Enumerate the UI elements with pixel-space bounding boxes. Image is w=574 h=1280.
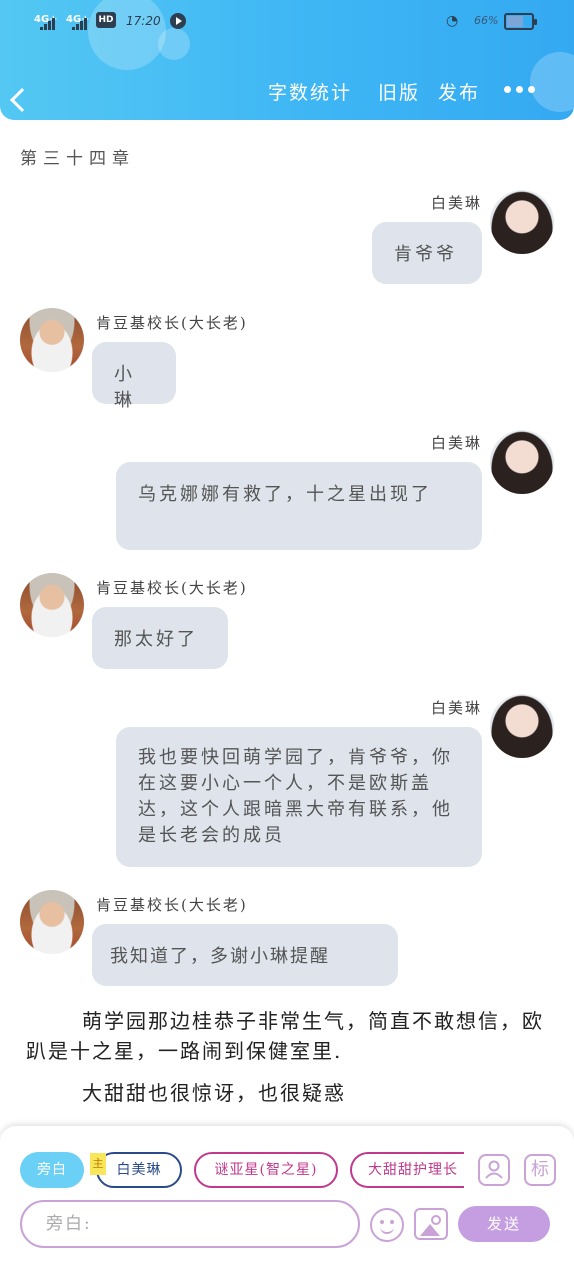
main-character-badge: 主 bbox=[90, 1153, 106, 1175]
message-input[interactable]: 旁白: bbox=[20, 1200, 360, 1248]
message-bubble[interactable]: 肯爷爷 bbox=[372, 222, 482, 284]
chapter-title: 第三十四章 bbox=[20, 149, 135, 169]
battery-fill bbox=[507, 16, 523, 27]
send-button[interactable]: 发送 bbox=[458, 1206, 550, 1242]
message-bubble[interactable]: 乌克娜娜有救了，十之星出现了 bbox=[116, 462, 482, 550]
speaker-name: 肯豆基校长(大长老) bbox=[96, 896, 248, 914]
profile-icon-glyph bbox=[485, 1160, 503, 1179]
old-version-button[interactable]: 旧版 bbox=[378, 78, 420, 105]
role-chip-datiantian[interactable]: 大甜甜护理长 bbox=[350, 1152, 464, 1188]
avatar[interactable] bbox=[20, 573, 84, 637]
hd-icon: HD bbox=[96, 12, 116, 28]
back-button[interactable] bbox=[20, 76, 40, 100]
more-options-icon[interactable] bbox=[504, 86, 536, 94]
message-bubble[interactable]: 小琳 bbox=[92, 342, 176, 411]
role-chip-narrator[interactable]: 旁白 bbox=[20, 1152, 84, 1188]
clock: 17:20 bbox=[126, 14, 161, 28]
speaker-name: 白美琳 bbox=[430, 699, 482, 717]
narration-paragraph[interactable]: 萌学园那边桂恭子非常生气，简直不敢想信，欧趴是十之星，一路闹到保健室里. bbox=[26, 1006, 546, 1066]
profile-icon[interactable] bbox=[478, 1154, 510, 1186]
speaker-name: 肯豆基校长(大长老) bbox=[96, 579, 248, 597]
signal-icon bbox=[72, 18, 88, 30]
speaker-name: 肯豆基校长(大长老) bbox=[96, 314, 248, 332]
signal-icon bbox=[40, 18, 56, 30]
speaker-name: 白美琳 bbox=[430, 194, 482, 212]
avatar[interactable] bbox=[490, 190, 554, 254]
avatar[interactable] bbox=[20, 308, 84, 372]
mark-button[interactable]: 标 bbox=[524, 1154, 556, 1186]
role-chip-miyaxing[interactable]: 谜亚星(智之星) bbox=[194, 1152, 338, 1188]
speaker-name: 白美琳 bbox=[430, 434, 482, 452]
avatar[interactable] bbox=[490, 430, 554, 494]
role-chip-bai-meilin[interactable]: 白美琳 bbox=[96, 1152, 182, 1188]
message-bubble[interactable]: 我也要快回萌学园了，肯爷爷，你在这要小心一个人，不是欧斯盖达，这个人跟暗黑大帝有… bbox=[116, 727, 482, 867]
message-bubble[interactable]: 那太好了 bbox=[92, 607, 228, 669]
battery-icon bbox=[504, 13, 537, 30]
battery-percent: 66% bbox=[474, 14, 499, 27]
publish-button[interactable]: 发布 bbox=[438, 78, 480, 105]
media-app-icon bbox=[170, 13, 186, 29]
wifi-icon: ◔ bbox=[446, 13, 459, 29]
avatar[interactable] bbox=[490, 694, 554, 758]
narration-paragraph[interactable]: 大甜甜也很惊讶，也很疑惑 bbox=[82, 1078, 542, 1108]
app-header: 4G+ 4G+ HD 17:20 ◔ 66% 字数统计 旧版 发布 bbox=[0, 0, 574, 120]
avatar[interactable] bbox=[20, 890, 84, 954]
decor-bubble bbox=[530, 52, 574, 112]
word-count-button[interactable]: 字数统计 bbox=[268, 78, 352, 105]
status-bar: 4G+ 4G+ HD 17:20 ◔ 66% bbox=[0, 10, 574, 34]
message-bubble[interactable]: 我知道了，多谢小琳提醒 bbox=[92, 924, 398, 986]
image-icon[interactable] bbox=[414, 1208, 448, 1240]
emoji-icon[interactable] bbox=[370, 1208, 404, 1242]
